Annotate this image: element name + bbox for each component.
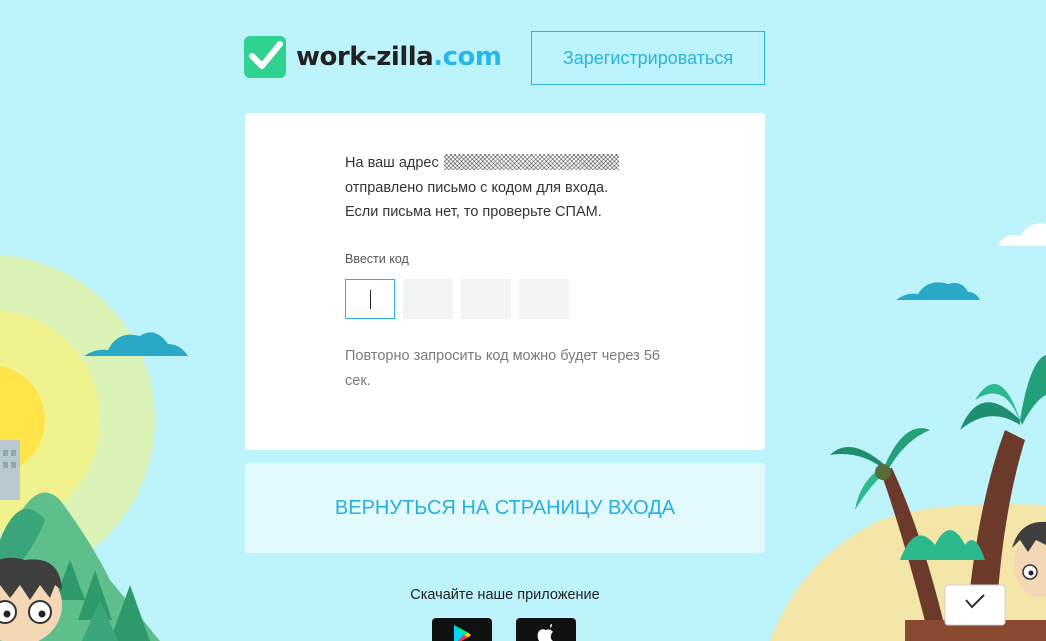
code-digit-4-input[interactable] — [519, 279, 569, 319]
login-code-card: На ваш адрес отправлено письмо с кодом д… — [245, 113, 765, 450]
logo-check-icon — [244, 36, 286, 78]
email-prefix-text: На ваш адрес — [345, 155, 439, 171]
code-input-row — [345, 279, 569, 319]
google-play-icon — [454, 625, 471, 641]
register-button[interactable]: Зарегистрироваться — [531, 31, 765, 85]
redacted-email — [443, 154, 619, 170]
spam-hint-text: Если письма нет, то проверьте СПАМ. — [345, 204, 602, 220]
logo[interactable]: work-zilla.com — [244, 36, 502, 78]
instructions-text: На ваш адрес отправлено письмо с кодом д… — [345, 151, 725, 225]
logo-text: work-zilla.com — [296, 42, 502, 72]
resend-timer-text: Повторно запросить код можно будет через… — [345, 348, 660, 389]
google-play-button[interactable] — [432, 618, 492, 641]
download-app-label: Скачайте наше приложение — [410, 587, 600, 603]
code-digit-2-input[interactable] — [403, 279, 453, 319]
code-digit-3-input[interactable] — [461, 279, 511, 319]
code-digit-1-input[interactable] — [345, 279, 395, 319]
back-to-login-button[interactable]: ВЕРНУТЬСЯ НА СТРАНИЦУ ВХОДА — [245, 463, 765, 553]
apple-icon — [537, 624, 553, 641]
logo-main-text: work-zilla — [296, 42, 434, 72]
code-label: Ввести код — [345, 252, 409, 266]
logo-domain-text: .com — [433, 42, 502, 72]
app-store-button[interactable] — [516, 618, 576, 641]
text-caret — [370, 290, 371, 309]
sent-message-text: отправлено письмо с кодом для входа. — [345, 179, 609, 196]
